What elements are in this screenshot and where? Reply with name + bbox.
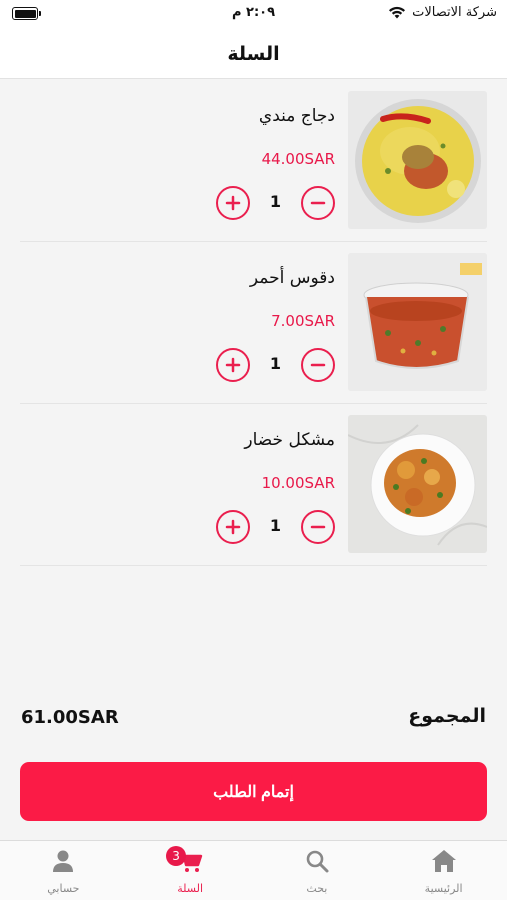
item-price: 44.00SAR	[261, 150, 335, 168]
tab-search[interactable]: بحث	[254, 841, 381, 900]
user-icon	[53, 850, 74, 872]
increase-quantity-button[interactable]	[216, 510, 250, 544]
cart-item: دجاج مندي 44.00SAR 1	[20, 80, 487, 242]
total-value: 61.00SAR	[21, 707, 119, 728]
search-icon	[306, 850, 329, 873]
tab-bar: حسابي 3 السلة بحث الرئيسية	[0, 840, 507, 900]
carrier-name: شركة الاتصالات	[412, 5, 497, 20]
checkout-label: إتمام الطلب	[213, 783, 294, 801]
home-icon	[431, 850, 456, 872]
tab-cart[interactable]: 3 السلة	[127, 841, 254, 900]
quantity-stepper: 1	[216, 510, 335, 544]
page-title: السلة	[227, 43, 280, 65]
checkout-button[interactable]: إتمام الطلب	[20, 762, 487, 821]
page-header: السلة	[0, 30, 507, 79]
status-carrier: شركة الاتصالات	[388, 5, 497, 20]
item-name: دقوس أحمر	[249, 268, 335, 288]
tab-account[interactable]: حسابي	[0, 841, 127, 900]
quantity-stepper: 1	[216, 186, 335, 220]
wifi-icon	[389, 6, 406, 19]
cart-list: دجاج مندي 44.00SAR 1 دقوس أحمر 7.00SAR 1…	[0, 80, 507, 566]
plus-icon	[225, 519, 241, 535]
tab-label: الرئيسية	[424, 882, 463, 895]
cart-count-badge: 3	[166, 846, 187, 866]
plus-icon	[225, 195, 241, 211]
tab-label: حسابي	[47, 882, 80, 895]
chicken-mandi-image[interactable]	[348, 91, 487, 229]
item-name: دجاج مندي	[258, 106, 335, 126]
red-daqoos-image[interactable]	[348, 253, 487, 391]
item-price: 7.00SAR	[271, 312, 335, 330]
mixed-vegetables-image[interactable]	[348, 415, 487, 553]
item-name: مشكل خضار	[244, 430, 335, 450]
increase-quantity-button[interactable]	[216, 186, 250, 220]
item-price: 10.00SAR	[261, 474, 335, 492]
cart-item: دقوس أحمر 7.00SAR 1	[20, 242, 487, 404]
tab-label: بحث	[306, 882, 328, 895]
tab-label: السلة	[177, 882, 203, 895]
order-total: المجموع 61.00SAR	[21, 705, 486, 735]
quantity-stepper: 1	[216, 348, 335, 382]
total-label: المجموع	[408, 705, 486, 727]
status-bar: ٢:٠٩ م شركة الاتصالات	[0, 0, 507, 30]
increase-quantity-button[interactable]	[216, 348, 250, 382]
tab-home[interactable]: الرئيسية	[380, 841, 507, 900]
plus-icon	[225, 357, 241, 373]
cart-item: مشكل خضار 10.00SAR 1	[20, 404, 487, 566]
